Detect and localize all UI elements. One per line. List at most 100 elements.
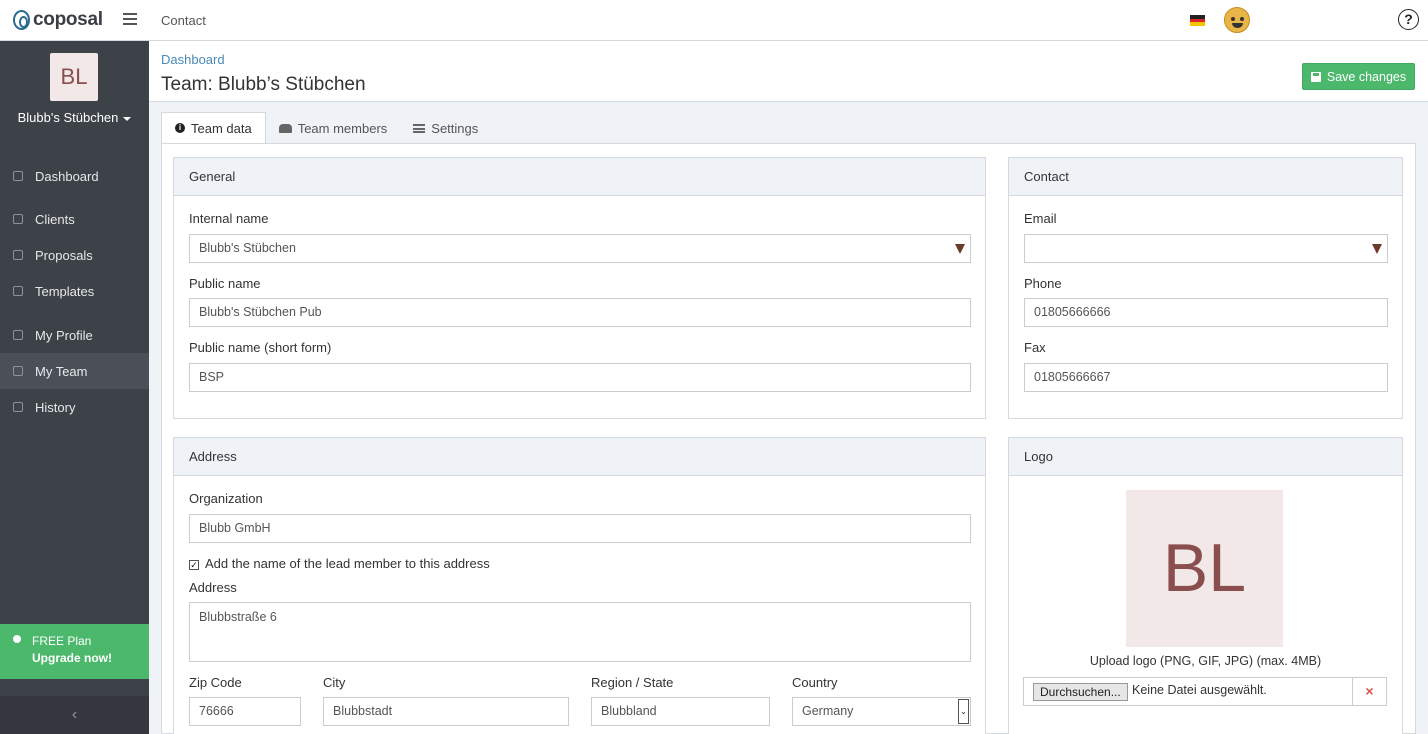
- clear-file-icon[interactable]: ×: [1352, 678, 1386, 705]
- sliders-icon: [413, 123, 426, 133]
- internal-name-label: Internal name: [189, 211, 269, 226]
- sidebar-item-templates[interactable]: Templates: [0, 273, 149, 309]
- phone-field[interactable]: 01805666666: [1024, 298, 1388, 327]
- tab-team-data[interactable]: i Team data: [161, 112, 266, 144]
- panel-title: General: [174, 158, 985, 196]
- caret-down-icon: [123, 116, 132, 121]
- users-icon: [278, 123, 292, 133]
- page-title: Team: Blubb’s Stübchen: [161, 74, 366, 95]
- file-input[interactable]: Durchsuchen... Keine Datei ausgewählt. ×: [1023, 677, 1387, 706]
- short-name-label: Public name (short form): [189, 340, 332, 355]
- country-label: Country: [792, 675, 838, 690]
- main-content: Dashboard Team: Blubb’s Stübchen Save ch…: [149, 41, 1428, 734]
- team-dropdown[interactable]: Blubb's Stübchen: [0, 110, 149, 125]
- save-label: Save changes: [1326, 69, 1407, 84]
- phone-label: Phone: [1024, 276, 1062, 291]
- sidebar-item-label: My Profile: [35, 327, 93, 343]
- menu-toggle-icon[interactable]: [123, 13, 137, 25]
- zip-label: Zip Code: [189, 675, 242, 690]
- app-logo[interactable]: coposal: [13, 9, 103, 31]
- browse-button[interactable]: Durchsuchen...: [1033, 683, 1128, 701]
- fax-field[interactable]: 01805666667: [1024, 363, 1388, 392]
- sidebar-item-label: Clients: [35, 211, 75, 227]
- country-select[interactable]: Germany ⌄: [792, 697, 971, 726]
- email-field[interactable]: [1024, 234, 1388, 263]
- panel-title: Contact: [1009, 158, 1402, 196]
- page-header: Dashboard Team: Blubb’s Stübchen Save ch…: [149, 41, 1428, 102]
- contact-panel: Contact Email Phone 01805666666 Fax 0180…: [1008, 157, 1403, 419]
- sidebar-item-label: Proposals: [35, 247, 93, 263]
- team-name: Blubb's Stübchen: [17, 110, 119, 125]
- organization-label: Organization: [189, 491, 263, 506]
- help-icon[interactable]: ?: [1398, 9, 1419, 30]
- tab-team-members[interactable]: Team members: [266, 112, 401, 144]
- team-avatar: BL: [50, 53, 98, 101]
- address-textarea[interactable]: Blubbstraße 6: [189, 602, 971, 662]
- internal-name-input[interactable]: Blubb's Stübchen: [189, 234, 971, 263]
- logo-panel: Logo BL Upload logo (PNG, GIF, JPG) (max…: [1008, 437, 1403, 734]
- breadcrumb[interactable]: Dashboard: [161, 52, 225, 67]
- general-panel: General Internal name Blubb's Stübchen P…: [173, 157, 986, 419]
- home-icon: [13, 171, 23, 181]
- brand-name: coposal: [33, 9, 103, 30]
- upgrade-banner[interactable]: FREE Plan Upgrade now!: [0, 624, 149, 679]
- city-label: City: [323, 675, 346, 690]
- chevron-down-icon: ⌄: [958, 699, 969, 724]
- save-changes-button[interactable]: Save changes: [1302, 63, 1415, 90]
- no-file-label: Keine Datei ausgewählt.: [1132, 683, 1267, 697]
- save-icon: [1310, 71, 1321, 82]
- logo-preview: BL: [1126, 490, 1283, 647]
- calendar-icon: [13, 402, 23, 412]
- sidebar-item-my-profile[interactable]: My Profile: [0, 317, 149, 353]
- tab-settings[interactable]: Settings: [400, 112, 491, 144]
- add-lead-checkbox[interactable]: ✓: [189, 560, 199, 570]
- upgrade-link[interactable]: Upgrade now!: [32, 651, 149, 665]
- german-flag-icon[interactable]: [1190, 15, 1205, 27]
- tab-label: Team members: [297, 120, 388, 136]
- upload-logo-label: Upload logo (PNG, GIF, JPG) (max. 4MB): [1089, 654, 1322, 668]
- add-lead-label: Add the name of the lead member to this …: [205, 556, 490, 571]
- city-input[interactable]: Blubbstadt: [323, 697, 569, 726]
- panel-title: Logo: [1009, 438, 1402, 476]
- top-bar: coposal Contact ?: [0, 0, 1428, 41]
- public-name-input[interactable]: Blubb's Stübchen Pub: [189, 298, 971, 327]
- team-switcher: BL Blubb's Stübchen: [0, 41, 149, 158]
- sidebar-item-label: Templates: [35, 283, 95, 299]
- sidebar-item-my-team[interactable]: My Team: [0, 353, 149, 389]
- address-label: Address: [189, 580, 237, 595]
- collapse-sidebar-button[interactable]: ‹: [0, 696, 149, 734]
- region-label: Region / State: [591, 675, 674, 690]
- chevron-left-icon: ‹: [71, 706, 78, 723]
- country-value: Germany: [802, 704, 854, 718]
- edit-icon: [13, 250, 23, 260]
- email-label: Email: [1024, 211, 1057, 226]
- short-name-input[interactable]: BSP: [189, 363, 971, 392]
- coposal-logo-icon: [13, 10, 30, 30]
- team-icon: [13, 366, 23, 376]
- panel-title: Address: [174, 438, 985, 476]
- sidebar-item-clients[interactable]: Clients: [0, 201, 149, 237]
- region-input[interactable]: Blubbland: [591, 697, 770, 726]
- layers-icon: [13, 286, 23, 296]
- sidebar: BL Blubb's Stübchen Dashboard Clients Pr…: [0, 41, 149, 734]
- user-avatar[interactable]: [1224, 7, 1250, 33]
- info-icon: i: [175, 123, 185, 133]
- sidebar-item-label: My Team: [35, 363, 88, 379]
- user-icon: [13, 214, 23, 224]
- tab-label: Team data: [191, 120, 252, 136]
- tab-content: General Internal name Blubb's Stübchen P…: [161, 143, 1416, 734]
- plan-label: FREE Plan: [32, 634, 92, 648]
- organization-input[interactable]: Blubb GmbH: [189, 514, 971, 543]
- sidebar-item-label: History: [35, 399, 76, 415]
- sidebar-item-history[interactable]: History: [0, 389, 149, 425]
- zip-input[interactable]: 76666: [189, 697, 301, 726]
- address-panel: Address Organization Blubb GmbH ✓ Add th…: [173, 437, 986, 734]
- gear-icon: [13, 330, 23, 340]
- plan-icon: [13, 635, 21, 643]
- top-contact-link[interactable]: Contact: [161, 13, 206, 28]
- public-name-label: Public name: [189, 276, 261, 291]
- tab-label: Settings: [431, 120, 479, 136]
- sidebar-item-dashboard[interactable]: Dashboard: [0, 158, 149, 194]
- tab-bar: i Team data Team members Settings: [161, 112, 491, 144]
- sidebar-item-proposals[interactable]: Proposals: [0, 237, 149, 273]
